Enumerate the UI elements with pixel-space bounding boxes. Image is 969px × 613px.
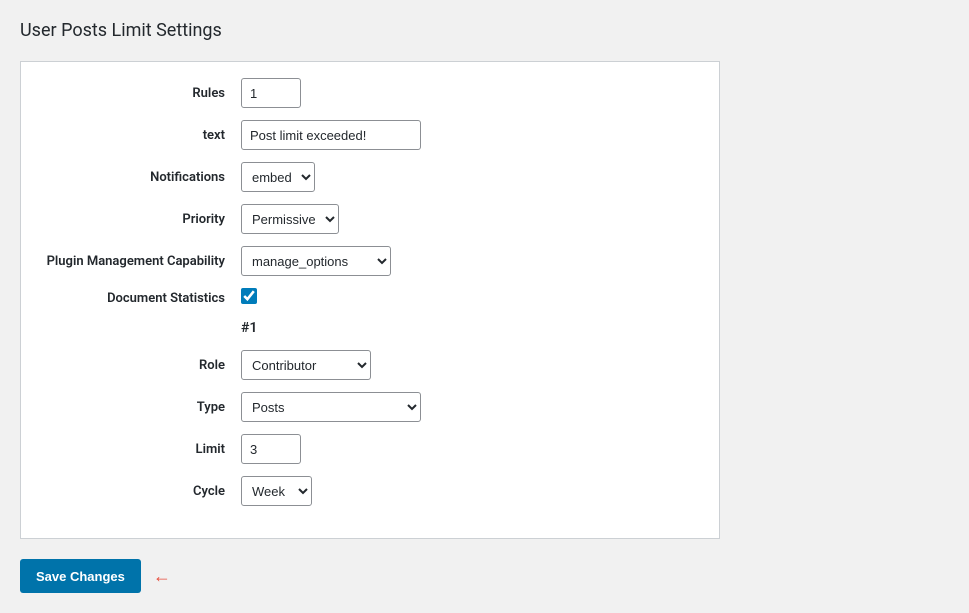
limit-label: Limit — [41, 442, 241, 457]
save-area: Save Changes ← — [20, 559, 949, 593]
type-control: Posts Pages Custom Post Type — [241, 392, 421, 422]
settings-form: Rules text Notifications embed inline no… — [20, 61, 720, 539]
type-label: Type — [41, 400, 241, 415]
text-row: text — [41, 120, 699, 150]
arrow-indicator: ← — [153, 566, 171, 587]
doc-stats-control — [241, 288, 257, 308]
limit-input[interactable] — [241, 434, 301, 464]
cycle-label: Cycle — [41, 484, 241, 499]
text-input[interactable] — [241, 120, 421, 150]
role-control: Contributor Author Editor Administrator … — [241, 350, 371, 380]
text-label: text — [41, 128, 241, 143]
plugin-mgmt-label: Plugin Management Capability — [41, 254, 241, 269]
text-control — [241, 120, 421, 150]
type-select[interactable]: Posts Pages Custom Post Type — [241, 392, 421, 422]
notifications-row: Notifications embed inline none — [41, 162, 699, 192]
plugin-mgmt-control: manage_options activate_plugins administ… — [241, 246, 391, 276]
limit-control — [241, 434, 301, 464]
cycle-select[interactable]: Week Day Month Year — [241, 476, 312, 506]
doc-stats-row: Document Statistics — [41, 288, 699, 308]
rules-control — [241, 78, 301, 108]
rule-number: #1 — [41, 320, 699, 336]
priority-row: Priority Permissive Strict — [41, 204, 699, 234]
rules-label: Rules — [41, 86, 241, 101]
cycle-control: Week Day Month Year — [241, 476, 312, 506]
role-label: Role — [41, 358, 241, 373]
notifications-label: Notifications — [41, 170, 241, 185]
plugin-mgmt-select[interactable]: manage_options activate_plugins administ… — [241, 246, 391, 276]
rules-row: Rules — [41, 78, 699, 108]
type-row: Type Posts Pages Custom Post Type — [41, 392, 699, 422]
notifications-control: embed inline none — [241, 162, 315, 192]
plugin-mgmt-row: Plugin Management Capability manage_opti… — [41, 246, 699, 276]
cycle-row: Cycle Week Day Month Year — [41, 476, 699, 506]
priority-control: Permissive Strict — [241, 204, 339, 234]
role-row: Role Contributor Author Editor Administr… — [41, 350, 699, 380]
priority-select[interactable]: Permissive Strict — [241, 204, 339, 234]
role-select[interactable]: Contributor Author Editor Administrator … — [241, 350, 371, 380]
doc-stats-label: Document Statistics — [41, 291, 241, 306]
priority-label: Priority — [41, 212, 241, 227]
limit-row: Limit — [41, 434, 699, 464]
save-changes-button[interactable]: Save Changes — [20, 559, 141, 593]
notifications-select[interactable]: embed inline none — [241, 162, 315, 192]
page-title: User Posts Limit Settings — [20, 20, 949, 41]
rules-input[interactable] — [241, 78, 301, 108]
doc-stats-checkbox[interactable] — [241, 288, 257, 304]
